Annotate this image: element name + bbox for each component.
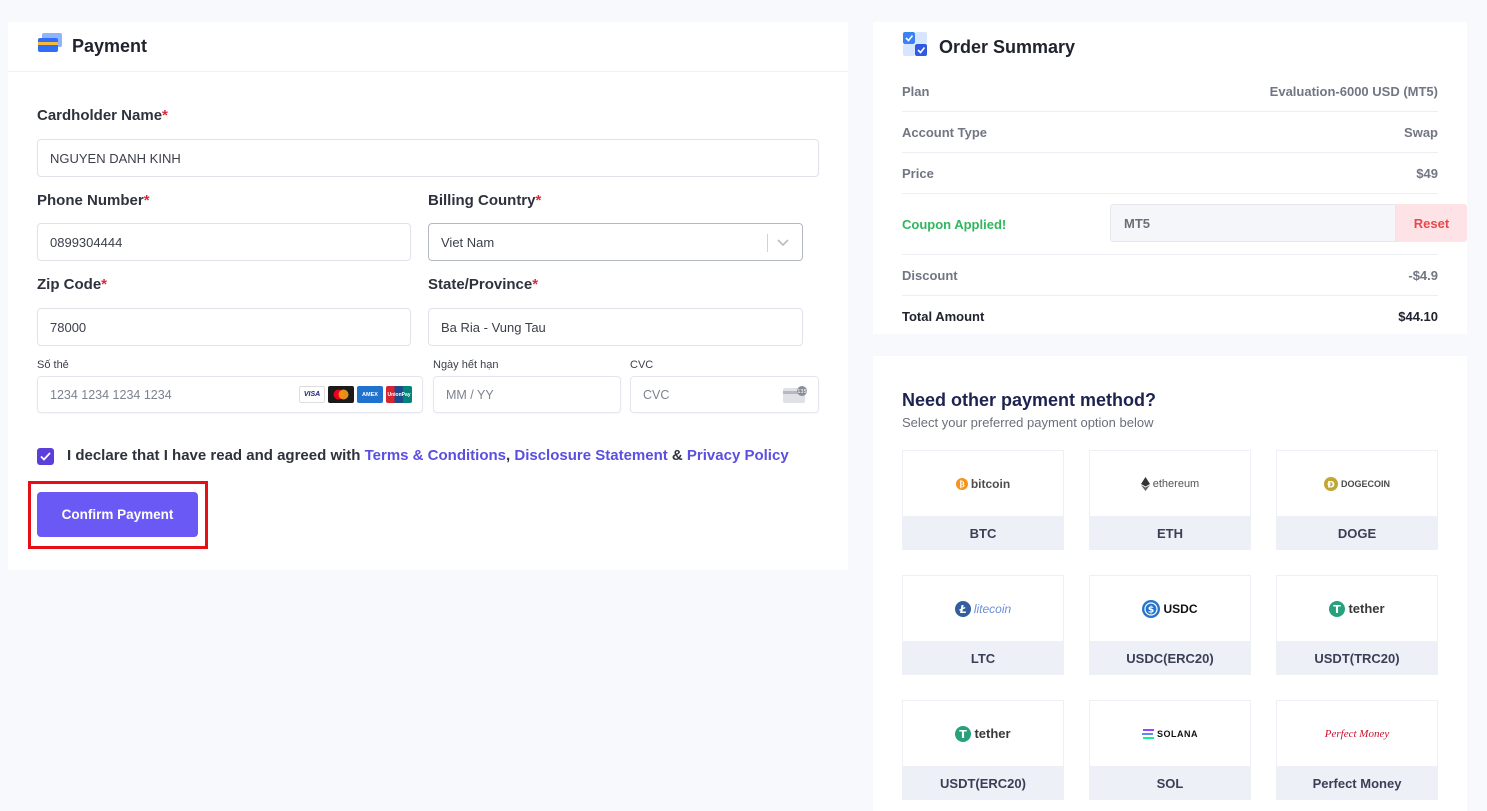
method-name: USDC(ERC20)	[1089, 641, 1251, 675]
tether-logo-icon: T tether	[955, 725, 1011, 742]
usdc-logo-icon: $ USDC	[1142, 599, 1198, 618]
method-name: BTC	[902, 516, 1064, 550]
method-tile-doge[interactable]: Ð DOGECOIN DOGE	[1276, 450, 1438, 550]
card-brands: VISA AMEX UnionPay	[299, 386, 412, 403]
chevron-down-icon	[776, 233, 790, 254]
coupon-applied-label: Coupon Applied!	[902, 216, 1007, 232]
privacy-link[interactable]: Privacy Policy	[687, 447, 789, 464]
solana-logo-icon: SOLANA	[1142, 728, 1198, 739]
visa-icon: VISA	[299, 386, 325, 403]
summary-row-coupon: Coupon Applied! MT5 Reset	[902, 194, 1467, 255]
credit-card-icon	[38, 33, 62, 60]
method-tile-btc[interactable]: ₿ bitcoin BTC	[902, 450, 1064, 550]
payment-header: Payment	[8, 22, 848, 72]
method-name: LTC	[902, 641, 1064, 675]
mastercard-icon	[328, 386, 354, 403]
methods-title: Need other payment method?	[902, 390, 1157, 410]
disclosure-link[interactable]: Disclosure Statement	[514, 447, 667, 464]
payment-title: Payment	[72, 36, 148, 56]
summary-title: Order Summary	[939, 36, 1076, 57]
cvc-input[interactable]: CVC 135	[630, 376, 819, 413]
zip-code-input[interactable]: 78000	[37, 308, 411, 346]
card-number-label: Số thẻ	[37, 359, 69, 371]
method-name: Perfect Money	[1276, 766, 1438, 800]
billing-country-label: Billing Country*	[428, 192, 542, 209]
select-separator	[767, 234, 768, 252]
checklist-icon	[903, 31, 929, 63]
ethereum-logo-icon: ethereum	[1140, 476, 1199, 491]
methods-subtitle: Select your preferred payment option bel…	[902, 415, 1154, 430]
amex-icon: AMEX	[357, 386, 383, 403]
method-name: SOL	[1089, 766, 1251, 800]
tether-logo-icon: T tether	[1329, 600, 1385, 617]
zip-label: Zip Code*	[37, 276, 108, 293]
unionpay-icon: UnionPay	[386, 386, 412, 403]
bitcoin-logo-icon: ₿ bitcoin	[955, 477, 1010, 491]
method-tile-ltc[interactable]: Ł litecoin LTC	[902, 575, 1064, 675]
svg-text:T: T	[1334, 603, 1342, 616]
order-summary-card: Order Summary Plan Evaluation-6000 USD (M…	[873, 22, 1467, 334]
cvc-label: CVC	[630, 359, 654, 371]
reset-coupon-button[interactable]: Reset	[1396, 204, 1467, 242]
terms-link[interactable]: Terms & Conditions	[365, 447, 506, 464]
dogecoin-logo-icon: Ð DOGECOIN	[1323, 476, 1390, 491]
method-tile-usdt-trc20[interactable]: T tether USDT(TRC20)	[1276, 575, 1438, 675]
phone-label: Phone Number*	[37, 192, 150, 209]
method-name: USDT(ERC20)	[902, 766, 1064, 800]
svg-text:Ð: Ð	[1327, 480, 1335, 490]
expiry-label: Ngày hết hạn	[433, 359, 499, 371]
summary-row-total: Total Amount $44.10	[902, 309, 1438, 324]
method-name: DOGE	[1276, 516, 1438, 550]
agree-checkbox[interactable]	[37, 448, 54, 465]
method-name: ETH	[1089, 516, 1251, 550]
svg-text:₿: ₿	[959, 479, 965, 489]
phone-number-input[interactable]: 0899304444	[37, 223, 411, 261]
svg-text:135: 135	[797, 389, 807, 395]
coupon-code-input[interactable]: MT5	[1110, 204, 1396, 242]
perfect-money-logo-icon: Perfect Money	[1324, 727, 1390, 740]
payment-card: Payment Cardholder Name* NGUYEN DANH KIN…	[8, 22, 848, 570]
cardholder-label: Cardholder Name*	[37, 107, 168, 124]
svg-text:T: T	[960, 728, 968, 741]
summary-row-account-type: Account Type Swap	[902, 112, 1438, 153]
method-tile-sol[interactable]: SOLANA SOL	[1089, 700, 1251, 800]
summary-header: Order Summary	[873, 22, 1467, 72]
method-tile-usdc-erc20[interactable]: $ USDC USDC(ERC20)	[1089, 575, 1251, 675]
summary-row-plan: Plan Evaluation-6000 USD (MT5)	[902, 71, 1438, 112]
method-tile-perfect-money[interactable]: Perfect Money Perfect Money	[1276, 700, 1438, 800]
method-name: USDT(TRC20)	[1276, 641, 1438, 675]
state-label: State/Province*	[428, 276, 539, 293]
confirm-payment-button[interactable]: Confirm Payment	[37, 492, 198, 537]
cvc-card-icon: 135	[782, 386, 808, 407]
method-tile-usdt-erc20[interactable]: T tether USDT(ERC20)	[902, 700, 1064, 800]
method-tile-eth[interactable]: ethereum ETH	[1089, 450, 1251, 550]
litecoin-logo-icon: Ł litecoin	[954, 600, 1011, 617]
summary-row-discount: Discount -$4.9	[902, 255, 1438, 296]
state-province-input[interactable]: Ba Ria - Vung Tau	[428, 308, 803, 346]
svg-text:Ł: Ł	[958, 603, 966, 616]
expiry-input[interactable]: MM / YY	[433, 376, 621, 413]
cardholder-name-input[interactable]: NGUYEN DANH KINH	[37, 139, 819, 177]
svg-text:$: $	[1148, 605, 1154, 615]
billing-country-select[interactable]: Viet Nam	[428, 223, 803, 261]
other-payment-methods-card: Need other payment method? Select your p…	[873, 356, 1467, 811]
card-number-input[interactable]: 1234 1234 1234 1234 VISA AMEX UnionPay	[37, 376, 423, 413]
declare-text: I declare that I have read and agreed wi…	[67, 447, 789, 464]
summary-row-price: Price $49	[902, 153, 1438, 194]
